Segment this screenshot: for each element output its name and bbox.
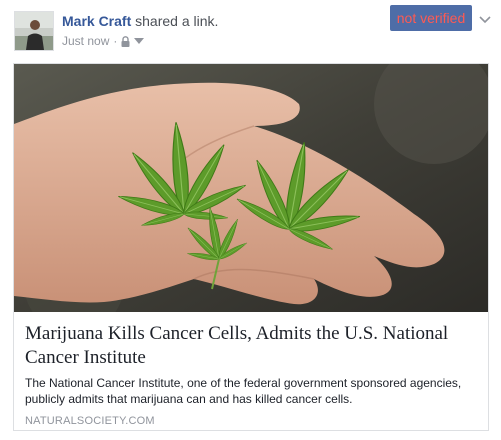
link-preview-image[interactable] — [14, 64, 488, 312]
not-verified-badge: not verified — [390, 5, 472, 31]
post-author-line: Mark Craft shared a link. — [62, 13, 218, 29]
link-domain: NATURALSOCIETY.COM — [25, 415, 155, 427]
avatar[interactable] — [14, 11, 54, 51]
meta-separator: · — [113, 34, 118, 48]
post-timestamp[interactable]: Just now — [62, 34, 109, 48]
post-action-text: shared a link. — [135, 13, 219, 29]
caret-down-icon[interactable] — [134, 38, 145, 44]
link-preview-card[interactable]: Marijuana Kills Cancer Cells, Admits the… — [13, 63, 489, 431]
feed-post: Mark Craft shared a link. Just now · not… — [0, 0, 501, 440]
lock-icon[interactable] — [121, 35, 130, 47]
link-text: Marijuana Kills Cancer Cells, Admits the… — [25, 322, 481, 427]
link-title[interactable]: Marijuana Kills Cancer Cells, Admits the… — [25, 322, 481, 370]
cannabis-photo — [14, 64, 488, 312]
chevron-down-icon[interactable] — [478, 12, 492, 26]
post-meta: Just now · — [62, 34, 145, 48]
author-name[interactable]: Mark Craft — [62, 13, 131, 29]
link-description: The National Cancer Institute, one of th… — [25, 376, 462, 406]
profile-photo — [15, 12, 53, 50]
